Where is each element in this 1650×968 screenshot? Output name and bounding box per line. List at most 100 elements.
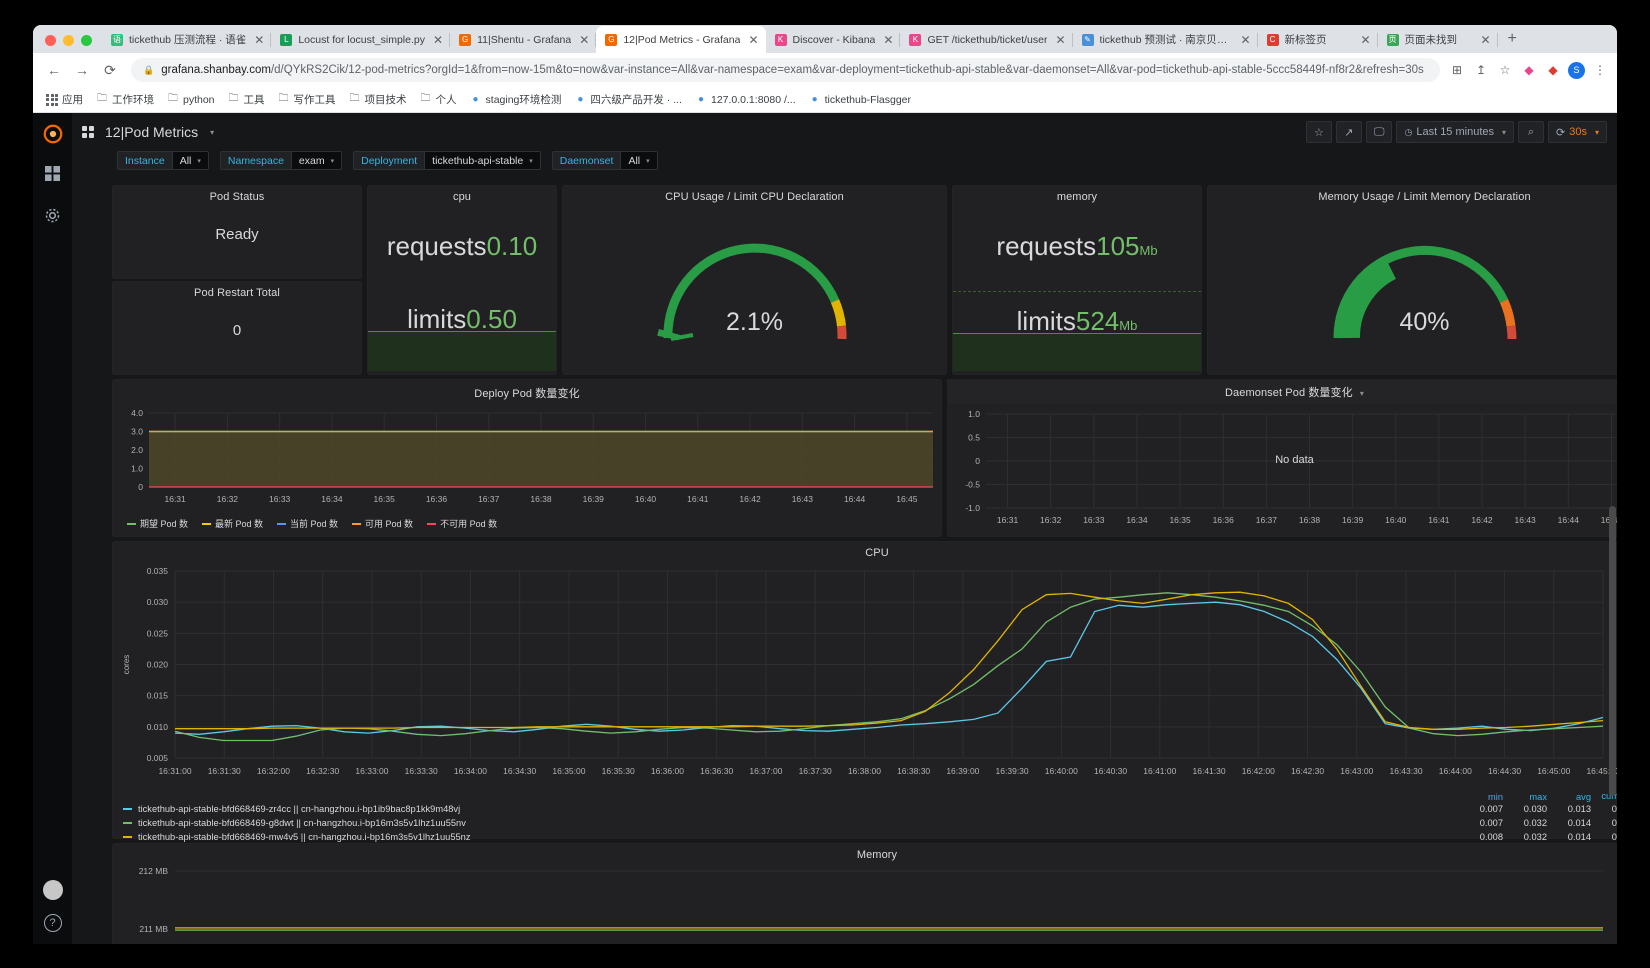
grafana-logo-icon[interactable] — [39, 120, 67, 148]
legend-item[interactable]: 当前 Pod 数 — [277, 517, 338, 530]
minimize-window-button[interactable] — [63, 35, 74, 46]
browser-tab[interactable]: G 12|Pod Metrics - Grafana ✕ — [596, 26, 766, 53]
browser-tab[interactable]: L Locust for locust_simple.py ✕ — [271, 26, 450, 53]
tab-close-icon[interactable]: ✕ — [252, 34, 264, 46]
tab-close-icon[interactable]: ✕ — [746, 34, 758, 46]
page-title[interactable]: 12|Pod Metrics — [105, 124, 198, 140]
cpu-legend-table[interactable]: minmaxavgcurrent▾ tickethub-api-stable-bf… — [113, 791, 1617, 844]
template-variable[interactable]: Deployment tickethub-api-stable ▾ — [353, 151, 541, 170]
extension-icon-2[interactable]: ◆ — [1544, 61, 1562, 79]
new-tab-button[interactable]: + — [1498, 31, 1527, 53]
sidebar-item-configuration[interactable] — [41, 203, 65, 227]
tab-close-icon[interactable]: ✕ — [881, 34, 893, 46]
bookmark-item[interactable]: ● 127.0.0.1:8080 /... — [690, 92, 801, 108]
forward-icon[interactable]: → — [69, 57, 95, 83]
legend-series-name-cell[interactable]: tickethub-api-stable-bfd668469-mw4v5 || … — [113, 830, 1465, 844]
address-bar[interactable]: 🔒 grafana.shanbay.com/d/QYkRS2Cik/12-pod… — [131, 58, 1440, 82]
template-variable[interactable]: Daemonset All ▾ — [551, 151, 658, 170]
daemonset-pod-chart[interactable]: -1.0 -0.5 0 0.5 1.0 16:31 16:32 16:33 16:34 16:35… — [948, 404, 1617, 535]
zoom-out-time-icon[interactable]: ⌕ — [1518, 121, 1545, 143]
cpu-limits-value: 0.50 — [466, 304, 517, 334]
panel-cpu-usage-gauge[interactable]: CPU Usage / Limit CPU Declaration 2.1% — [562, 185, 947, 375]
bookmark-star-icon[interactable]: ☆ — [1496, 61, 1514, 79]
menu-icon[interactable]: ⋮ — [1591, 61, 1609, 79]
bookmark-item[interactable]: 🗀 工作环境 — [91, 90, 159, 109]
legend-row[interactable]: tickethub-api-stable-bfd668469-zr4cc || … — [113, 802, 1617, 816]
legend-row[interactable]: tickethub-api-stable-bfd668469-g8dwt || … — [113, 816, 1617, 830]
tab-close-icon[interactable]: ✕ — [1478, 34, 1490, 46]
legend-item[interactable]: 最新 Pod 数 — [202, 517, 263, 530]
bookmark-item[interactable]: 🗀 个人 — [415, 90, 462, 109]
panel-cpu-stat[interactable]: cpu requests0.10 limits0.50 — [367, 185, 557, 375]
bookmark-item[interactable]: 🗀 写作工具 — [273, 90, 341, 109]
profile-avatar[interactable]: S — [1568, 61, 1585, 79]
legend-header-min[interactable]: min — [1465, 791, 1509, 802]
legend-item[interactable]: 可用 Pod 数 — [352, 517, 413, 530]
bookmark-item[interactable]: ● tickethub-Flasgger — [804, 92, 916, 108]
browser-tab[interactable]: 语 tickethub 压测流程 · 语雀 ✕ — [102, 26, 272, 53]
template-variable[interactable]: Instance All ▾ — [117, 151, 209, 170]
panel-daemonset-pod[interactable]: Daemonset Pod 数量变化 ▾ -1.0 -0.5 0 0.5 1.0 16:3… — [947, 379, 1617, 537]
bookmark-item[interactable]: 🗀 python — [162, 92, 220, 108]
dashboard-scrollbar[interactable] — [1609, 506, 1616, 796]
panel-memory-chart[interactable]: Memory 210 MB211 MB212 MB — [112, 843, 1617, 944]
refresh-picker[interactable]: ⟳ 30s ▾ — [1548, 121, 1607, 143]
panel-cpu-chart[interactable]: CPU 0.005 0.010 0.015 0.020 0.025 0.030 0.035 c… — [112, 541, 1617, 842]
back-icon[interactable]: ← — [41, 57, 67, 83]
bookmark-item[interactable]: 应用 — [41, 90, 88, 109]
close-window-button[interactable] — [45, 35, 56, 46]
browser-tab[interactable]: G 11|Shentu - Grafana ✕ — [450, 26, 597, 53]
panel-memory-usage-gauge[interactable]: Memory Usage / Limit Memory Declaration … — [1207, 185, 1617, 375]
tab-close-icon[interactable]: ✕ — [1238, 34, 1250, 46]
legend-series-name-cell[interactable]: tickethub-api-stable-bfd668469-zr4cc || … — [113, 802, 1465, 816]
legend-row[interactable]: tickethub-api-stable-bfd668469-mw4v5 || … — [113, 830, 1617, 844]
help-icon[interactable]: ? — [43, 914, 62, 932]
share-icon[interactable]: ↗ — [1335, 121, 1362, 143]
chevron-down-icon[interactable]: ▾ — [1360, 389, 1364, 398]
bookmark-item[interactable]: 🗀 项目技术 — [344, 90, 412, 109]
variable-value[interactable]: tickethub-api-stable ▾ — [424, 151, 541, 170]
memory-timeseries-chart[interactable]: 210 MB211 MB212 MB — [113, 861, 1617, 944]
deploy-pod-chart[interactable]: 0 1.0 2.0 3.0 4.0 16:31 16:32 16:33 16:34 16:35 16… — [113, 401, 941, 514]
panel-pod-status[interactable]: Pod Status Ready — [112, 185, 362, 279]
window-controls[interactable] — [39, 35, 102, 53]
bookmark-item[interactable]: 🗀 工具 — [223, 90, 270, 109]
legend-item[interactable]: 不可用 Pod 数 — [427, 517, 497, 530]
install-icon[interactable]: ⊞ — [1448, 61, 1466, 79]
star-icon[interactable]: ☆ — [1305, 121, 1332, 143]
reload-icon[interactable]: ⟳ — [97, 57, 123, 83]
legend-series-name-cell[interactable]: tickethub-api-stable-bfd668469-g8dwt || … — [113, 816, 1465, 830]
browser-tab[interactable]: C 新标签页 ✕ — [1258, 26, 1378, 53]
tab-close-icon[interactable]: ✕ — [577, 34, 589, 46]
deploy-pod-legend[interactable]: 期望 Pod 数 最新 Pod 数 当前 Pod 数 可用 Pod 数 不可用 Pod … — [113, 514, 941, 530]
extension-icon-1[interactable]: ◆ — [1520, 61, 1538, 79]
share-icon[interactable]: ↥ — [1472, 61, 1490, 79]
panel-pod-restart-total[interactable]: Pod Restart Total 0 — [112, 281, 362, 375]
variable-value[interactable]: All ▾ — [620, 151, 658, 170]
chevron-down-icon[interactable]: ▾ — [210, 128, 214, 137]
browser-tab[interactable]: K GET /tickethub/ticket/user ✕ — [900, 26, 1073, 53]
browser-tab[interactable]: ✎ tickethub 预测试 · 南京贝湾信息 ✕ — [1073, 26, 1258, 53]
tab-close-icon[interactable]: ✕ — [1358, 34, 1370, 46]
tab-close-icon[interactable]: ✕ — [1053, 34, 1065, 46]
user-avatar[interactable] — [42, 880, 63, 900]
variable-value[interactable]: exam ▾ — [290, 151, 343, 170]
panel-memory-stat[interactable]: memory requests105Mb limits524Mb — [952, 185, 1202, 375]
template-variable[interactable]: Namespace exam ▾ — [219, 151, 343, 170]
legend-header-avg[interactable]: avg — [1553, 791, 1597, 802]
sidebar-item-dashboards[interactable] — [41, 161, 65, 185]
browser-tab[interactable]: 页页面未找到 ✕ — [1378, 26, 1498, 53]
tv-icon[interactable]: 🖵 — [1365, 121, 1393, 143]
legend-current-value: 0.010 — [1611, 818, 1617, 828]
panel-deploy-pod[interactable]: Deploy Pod 数量变化 0 1.0 2.0 3.0 4.0 16:31 16:32 1… — [112, 379, 942, 537]
legend-item[interactable]: 期望 Pod 数 — [127, 517, 188, 530]
browser-tab[interactable]: K Discover - Kibana ✕ — [766, 26, 901, 53]
tab-close-icon[interactable]: ✕ — [431, 34, 443, 46]
time-range-picker[interactable]: ◷ Last 15 minutes ▾ — [1396, 121, 1515, 143]
legend-header-max[interactable]: max — [1509, 791, 1553, 802]
bookmark-item[interactable]: ● staging环境检测 — [465, 90, 567, 109]
bookmark-item[interactable]: ● 四六级产品开发 · ... — [569, 90, 687, 109]
maximize-window-button[interactable] — [81, 35, 92, 46]
variable-value[interactable]: All ▾ — [171, 151, 209, 170]
cpu-timeseries-chart[interactable]: 0.005 0.010 0.015 0.020 0.025 0.030 0.035 cores… — [113, 559, 1617, 787]
